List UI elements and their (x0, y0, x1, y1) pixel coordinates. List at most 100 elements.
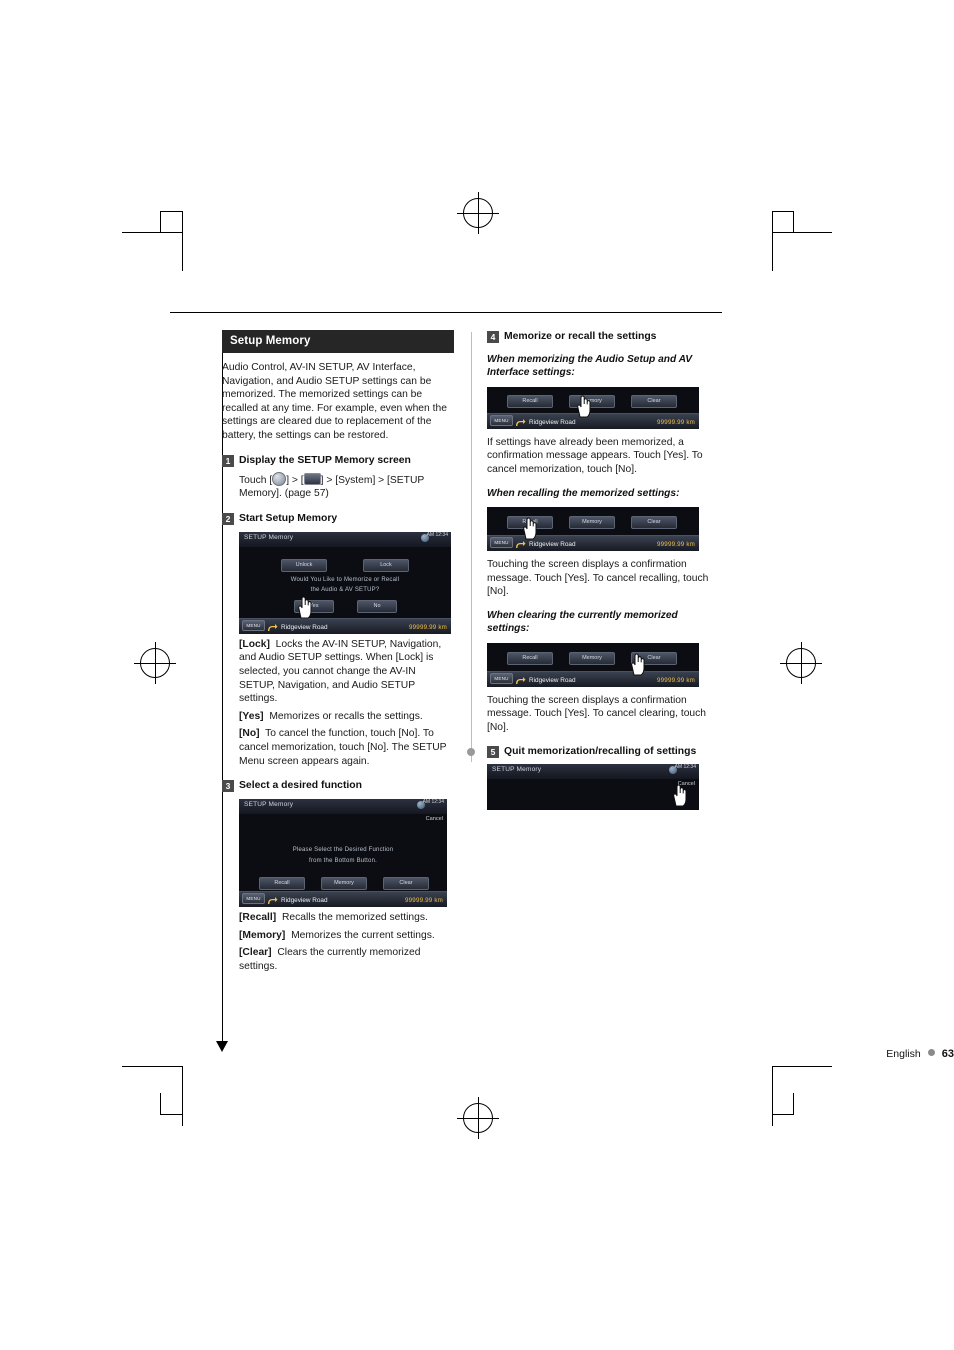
step-4-sub3-heading: When clearing the currently memorized se… (487, 609, 678, 635)
column-divider-dot (467, 748, 475, 756)
odometer-value: 99999.99 km (657, 541, 695, 548)
recall-button[interactable]: Recall (507, 394, 553, 408)
term-lock: [Lock] (239, 638, 270, 650)
step-1-number: 1 (222, 454, 234, 467)
desc-recall: Recalls the memorized settings. (281, 912, 428, 924)
clear-button[interactable]: Clear (631, 516, 677, 529)
odometer-value: 99999.99 km (405, 897, 443, 905)
step-4-sub2-heading: When recalling the memorized settings: (487, 487, 680, 499)
step-2-screenshot: SETUP Memory AM 12:34 Unlock Lock Would … (239, 531, 451, 634)
step-5-screenshot: SETUP Memory AM 12:34 Cancel (487, 764, 699, 811)
menu-circle-icon (272, 471, 287, 486)
crop-mark-top-right-h2 (772, 211, 794, 212)
step-4-sub2-screenshot: Recall Memory Clear MENU Ridgeview Road … (487, 507, 699, 551)
menu-button[interactable]: MENU (490, 414, 513, 426)
memory-button[interactable]: Memory (569, 651, 615, 665)
registration-mark-left (134, 642, 176, 684)
step-1-text-mid: ] > [ (286, 474, 304, 486)
touch-hand-cursor (669, 782, 691, 808)
crop-mark-bottom-right-h (772, 1066, 832, 1067)
screen-clock: AM 12:34 (674, 764, 696, 771)
road-name: Ridgeview Road (281, 897, 328, 905)
step-4-sub1-screenshot: Recall Memory Clear MENU Ridgeview Road … (487, 386, 699, 429)
desc-memory: Memorizes the current settings. (291, 929, 435, 941)
crop-mark-bottom-right-v2 (793, 1093, 794, 1115)
step-3-definition-clear: [Clear] Clears the currently memorized s… (222, 946, 454, 973)
crop-mark-bottom-right-h2 (772, 1114, 794, 1115)
crop-mark-top-left-h2 (160, 211, 182, 212)
desc-lock: Locks the AV-IN SETUP, Navigation, and A… (239, 638, 442, 705)
step-3-screenshot: SETUP Memory AM 12:34 Cancel Please Sele… (239, 799, 447, 908)
road-name: Ridgeview Road (529, 541, 576, 548)
step-3-header: 3 Select a desired function (222, 779, 454, 793)
crop-mark-bottom-left-v (182, 1066, 183, 1126)
road-arrow-icon (515, 416, 526, 427)
step-1-text-pre: Touch [ (239, 474, 273, 486)
menu-button[interactable]: MENU (490, 537, 513, 548)
step-4-number: 4 (487, 331, 499, 343)
crop-mark-top-right-v2 (793, 211, 794, 233)
crop-mark-bottom-left-h (122, 1066, 182, 1067)
road-name: Ridgeview Road (529, 676, 576, 684)
crop-mark-bottom-right-v (772, 1066, 773, 1126)
memory-button[interactable]: Memory (321, 877, 367, 891)
confirm-message-line2: the Audio & AV SETUP? (310, 586, 380, 593)
step-3-definition-memory: [Memory] Memorizes the current settings. (222, 929, 454, 943)
recall-button[interactable]: Recall (507, 651, 553, 665)
road-arrow-icon (267, 894, 278, 905)
crop-mark-top-right-v (772, 211, 773, 271)
crop-mark-top-left-h (122, 232, 182, 233)
footer-page-number: 63 (941, 1048, 954, 1060)
step-1-text: Touch [] > [] > [System] > [SETUP Memory… (222, 471, 454, 501)
cancel-button[interactable]: Cancel (426, 816, 443, 822)
term-recall: [Recall] (239, 912, 277, 924)
page-footer: English 63 (0, 1048, 954, 1060)
term-memory: [Memory] (239, 929, 286, 941)
step-2-definition-lock: [Lock] Locks the AV-IN SETUP, Navigation… (222, 638, 454, 706)
desc-yes: Memorizes or recalls the settings. (269, 710, 423, 722)
touch-hand-cursor (573, 393, 595, 419)
step-5-number: 5 (487, 746, 499, 759)
screen-clock: AM 12:34 (426, 531, 448, 538)
menu-button[interactable]: MENU (242, 619, 265, 631)
menu-button[interactable]: MENU (490, 672, 513, 684)
step-4-sub1-heading: When memorizing the Audio Setup and AV I… (487, 354, 693, 379)
step-3-definition-recall: [Recall] Recalls the memorized settings. (222, 911, 454, 925)
select-message-line1: Please Select the Desired Function (292, 847, 394, 854)
right-column: 4 Memorize or recall the settings When m… (487, 330, 719, 811)
odometer-value: 99999.99 km (409, 623, 447, 631)
footer-language: English (886, 1048, 921, 1060)
no-button[interactable]: No (357, 599, 397, 613)
column-divider (471, 332, 472, 762)
lock-button[interactable]: Lock (363, 558, 409, 572)
manual-page: Setup Memory Audio Control, AV-IN SETUP,… (0, 0, 954, 1350)
menu-button[interactable]: MENU (242, 893, 265, 905)
confirm-message-line1: Would You Like to Memorize or Recall (290, 576, 400, 583)
screen-title: SETUP Memory (244, 801, 294, 809)
clear-button[interactable]: Clear (383, 877, 429, 891)
unlock-button[interactable]: Unlock (281, 558, 327, 572)
select-message-line2: from the Bottom Button. (309, 858, 377, 865)
screen-title: SETUP Memory (244, 533, 294, 541)
recall-button[interactable]: Recall (259, 877, 305, 891)
desc-no: To cancel the function, touch [No]. To c… (239, 728, 447, 767)
term-no: [No] (239, 728, 260, 740)
road-arrow-icon (267, 621, 278, 632)
step-4-sub3-screenshot: Recall Memory Clear MENU Ridgeview Road … (487, 642, 699, 687)
touch-hand-cursor (519, 515, 541, 541)
crop-mark-bottom-left-h2 (160, 1114, 182, 1115)
registration-mark-bottom (457, 1097, 499, 1139)
term-yes: [Yes] (239, 710, 264, 722)
footer-dot-icon (927, 1049, 935, 1056)
section-heading: Setup Memory (222, 330, 454, 353)
crop-mark-top-right-h (772, 232, 832, 233)
touch-hand-cursor (294, 594, 316, 620)
step-4-title: Memorize or recall the settings (504, 331, 657, 342)
step-5-title: Quit memorization/recalling of settings (504, 746, 697, 758)
step-4-sub2-text: Touching the screen displays a confirmat… (487, 559, 709, 598)
left-column: Setup Memory Audio Control, AV-IN SETUP,… (222, 330, 454, 973)
clear-button[interactable]: Clear (631, 394, 677, 408)
odometer-value: 99999.99 km (657, 418, 695, 426)
registration-mark-top (457, 192, 499, 234)
memory-button[interactable]: Memory (569, 516, 615, 529)
